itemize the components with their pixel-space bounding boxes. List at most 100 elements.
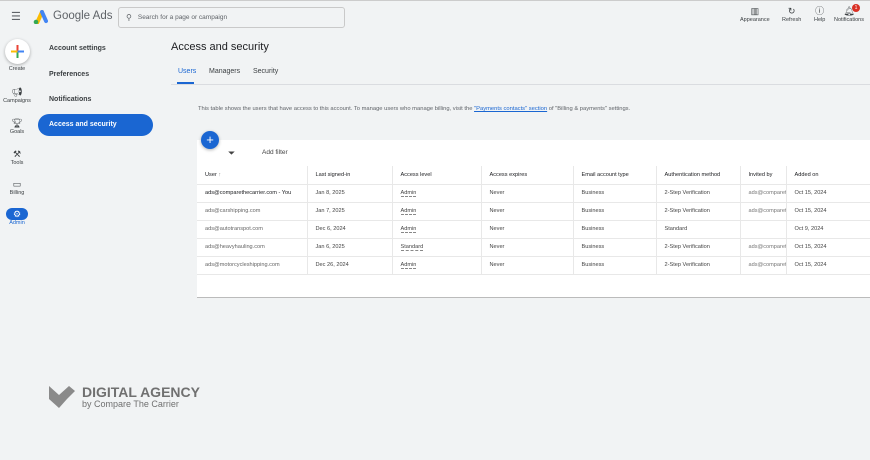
cell-text: Oct 15, 2024 [794,208,827,214]
nav-account-settings[interactable]: Account settings [49,45,106,52]
plus-icon [11,45,24,58]
table-cell: Never [481,184,574,203]
add-filter-button[interactable]: Add filter [262,149,288,156]
cell-text: 2-Step Verification [664,244,710,250]
column-header[interactable]: Added on [786,166,870,185]
nav-notifications[interactable]: Notifications [49,96,91,103]
table-cell: ads@motorcycleshipping.com [197,256,308,275]
trophy-icon: 🏆︎ [11,118,23,128]
cell-text: Business [581,208,605,214]
access-level-dropdown[interactable]: Admin [400,190,417,197]
column-header[interactable]: User ↑ [197,166,308,185]
cell-text: Dec 26, 2024 [315,262,349,268]
cell-text: ads@motorcycleshipping.com [205,262,280,268]
rail-item-admin[interactable]: ⚙ Admin [0,208,34,226]
cell-text: Oct 15, 2024 [794,262,827,268]
column-header[interactable]: Invited by [740,166,787,185]
cell-text: ads@autotranspot.com [205,226,263,232]
payments-contacts-link[interactable]: "Payments contacts" section [474,106,547,112]
appearance-button[interactable]: ▥ Appearance [740,5,770,23]
table-cell: Business [573,184,657,203]
rail-item-goals[interactable]: 🏆︎ Goals [0,117,34,135]
cell-text: Never [489,208,505,214]
table-row[interactable]: ads@comparethecarrier.com - You Jan 8, 20… [197,184,870,203]
search-placeholder: Search for a page or campaign [137,14,228,21]
cell-text: Jan 8, 2025 [315,190,345,196]
cell-text: Business [581,226,605,232]
rail-label: Billing [9,190,25,196]
nav-access-and-security[interactable]: Access and security [38,114,153,136]
cell-text: Oct 9, 2024 [794,226,824,232]
refresh-button[interactable]: ↻ Refresh [782,5,801,23]
card-icon: ▭ [12,179,22,189]
cell-text: Oct 15, 2024 [794,190,827,196]
tab-users[interactable]: Users [178,68,196,75]
table-cell: Standard [656,220,741,239]
tab-security[interactable]: Security [253,68,278,75]
table-cell: ads@autotranspot.com [197,220,308,239]
column-header[interactable]: Access level [392,166,482,185]
table-row[interactable]: ads@carshipping.com Jan 7, 2025 Admin Never… [197,202,870,221]
table-row[interactable]: ads@autotranspot.com Dec 6, 2024 Admin Neve… [197,220,870,239]
watermark-logo: DIGITAL AGENCY by Compare The Carrier [47,383,200,411]
tabs-divider [171,84,870,85]
table-cell: Business [573,256,657,275]
table-cell: Dec 6, 2024 [307,220,393,239]
table-cell: Admin [392,184,482,203]
search-input[interactable]: ⚲ Search for a page or campaign [118,7,345,28]
table-row[interactable]: ads@heavyhauling.com Jan 6, 2025 Standard N… [197,238,870,257]
cell-text: Dec 6, 2024 [315,226,346,232]
access-level-dropdown[interactable]: Admin [400,226,417,233]
cell-text: ads@heavyhauling.com [205,244,265,250]
table-cell: Never [481,202,574,221]
notifications-button[interactable]: 🔔︎ Notifications 1 [834,4,864,23]
megaphone-icon: 📢︎ [11,87,23,97]
column-header[interactable]: Last signed-in [307,166,393,185]
table-cell: Admin [392,202,482,221]
cell-text: Business [581,262,605,268]
cell-text: 2-Step Verification [664,208,710,214]
help-label: Help [814,17,826,23]
tab-managers[interactable]: Managers [209,68,240,75]
cell-text: Jan 6, 2025 [315,244,345,250]
access-level-dropdown[interactable]: Standard [400,244,424,251]
users-table: User ↑ Last signed-in Access level Access e… [197,166,870,275]
add-user-button[interactable]: + [201,131,219,149]
table-cell: Admin [392,256,482,275]
table-cell: ads@comparethe [740,256,787,275]
table-cell: Never [481,238,574,257]
column-label: Invited by [748,171,773,178]
filter-icon[interactable]: ⏷ [228,148,235,159]
cell-text: 2-Step Verification [664,190,710,196]
table-cell: 2-Step Verification [656,202,741,221]
create-label: Create [8,66,26,72]
column-header[interactable]: Access expires [481,166,574,185]
rail-item-campaigns[interactable]: 📢︎ Campaigns [0,86,34,104]
access-level-dropdown[interactable]: Admin [400,262,417,269]
table-cell: 2-Step Verification [656,256,741,275]
cell-text: ads@comparethe [748,208,786,214]
column-header[interactable]: Authentication method [656,166,741,185]
create-button[interactable] [5,39,30,64]
digital-agency-logo-icon [49,386,75,408]
rail-item-billing[interactable]: ▭ Billing [0,178,34,196]
appearance-icon: ▥ [750,6,760,16]
info-text: This table shows the users that have acc… [198,106,630,112]
nav-preferences[interactable]: Preferences [49,71,89,78]
cell-text: Standard [664,226,688,232]
table-cell: ads@comparethecarrier.com - You [197,184,308,203]
column-header[interactable]: Email account type [573,166,657,185]
cell-text: Never [489,190,505,196]
menu-icon[interactable]: ☰ [11,10,21,23]
help-button[interactable]: ⓘ Help [814,5,825,23]
cell-text: 2-Step Verification [664,262,710,268]
cell-text: ads@carshipping.com [205,208,261,214]
cell-text: ads@comparethe [748,262,786,268]
info-post: of "Billing & payments" settings. [547,106,631,112]
table-row[interactable]: ads@motorcycleshipping.com Dec 26, 2024 Ad… [197,256,870,275]
access-level-dropdown[interactable]: Admin [400,208,417,215]
rail-item-tools[interactable]: ⚒ Tools [0,148,34,166]
table-cell: Oct 15, 2024 [786,238,870,257]
sort-ascending-icon[interactable]: ↑ [217,172,221,178]
table-cell: ads@heavyhauling.com [197,238,308,257]
